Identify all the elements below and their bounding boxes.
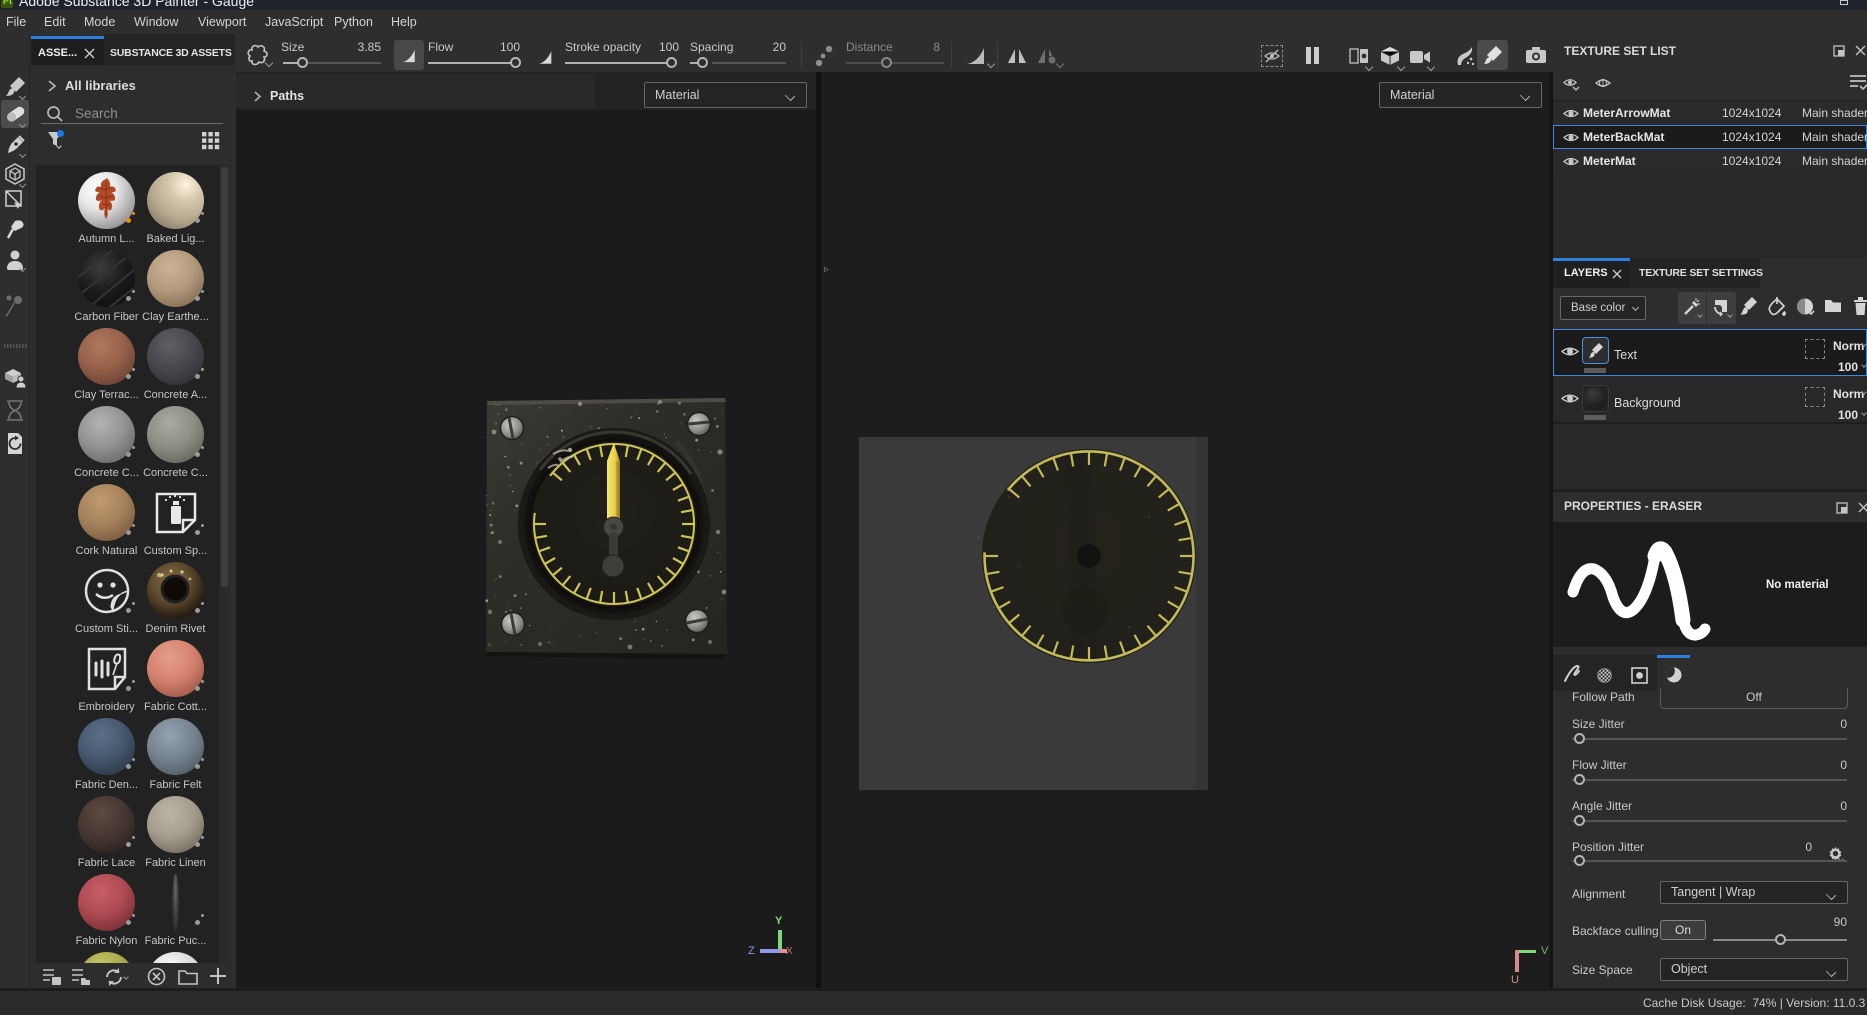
svg-text:1: 1 (1601, 81, 1605, 88)
